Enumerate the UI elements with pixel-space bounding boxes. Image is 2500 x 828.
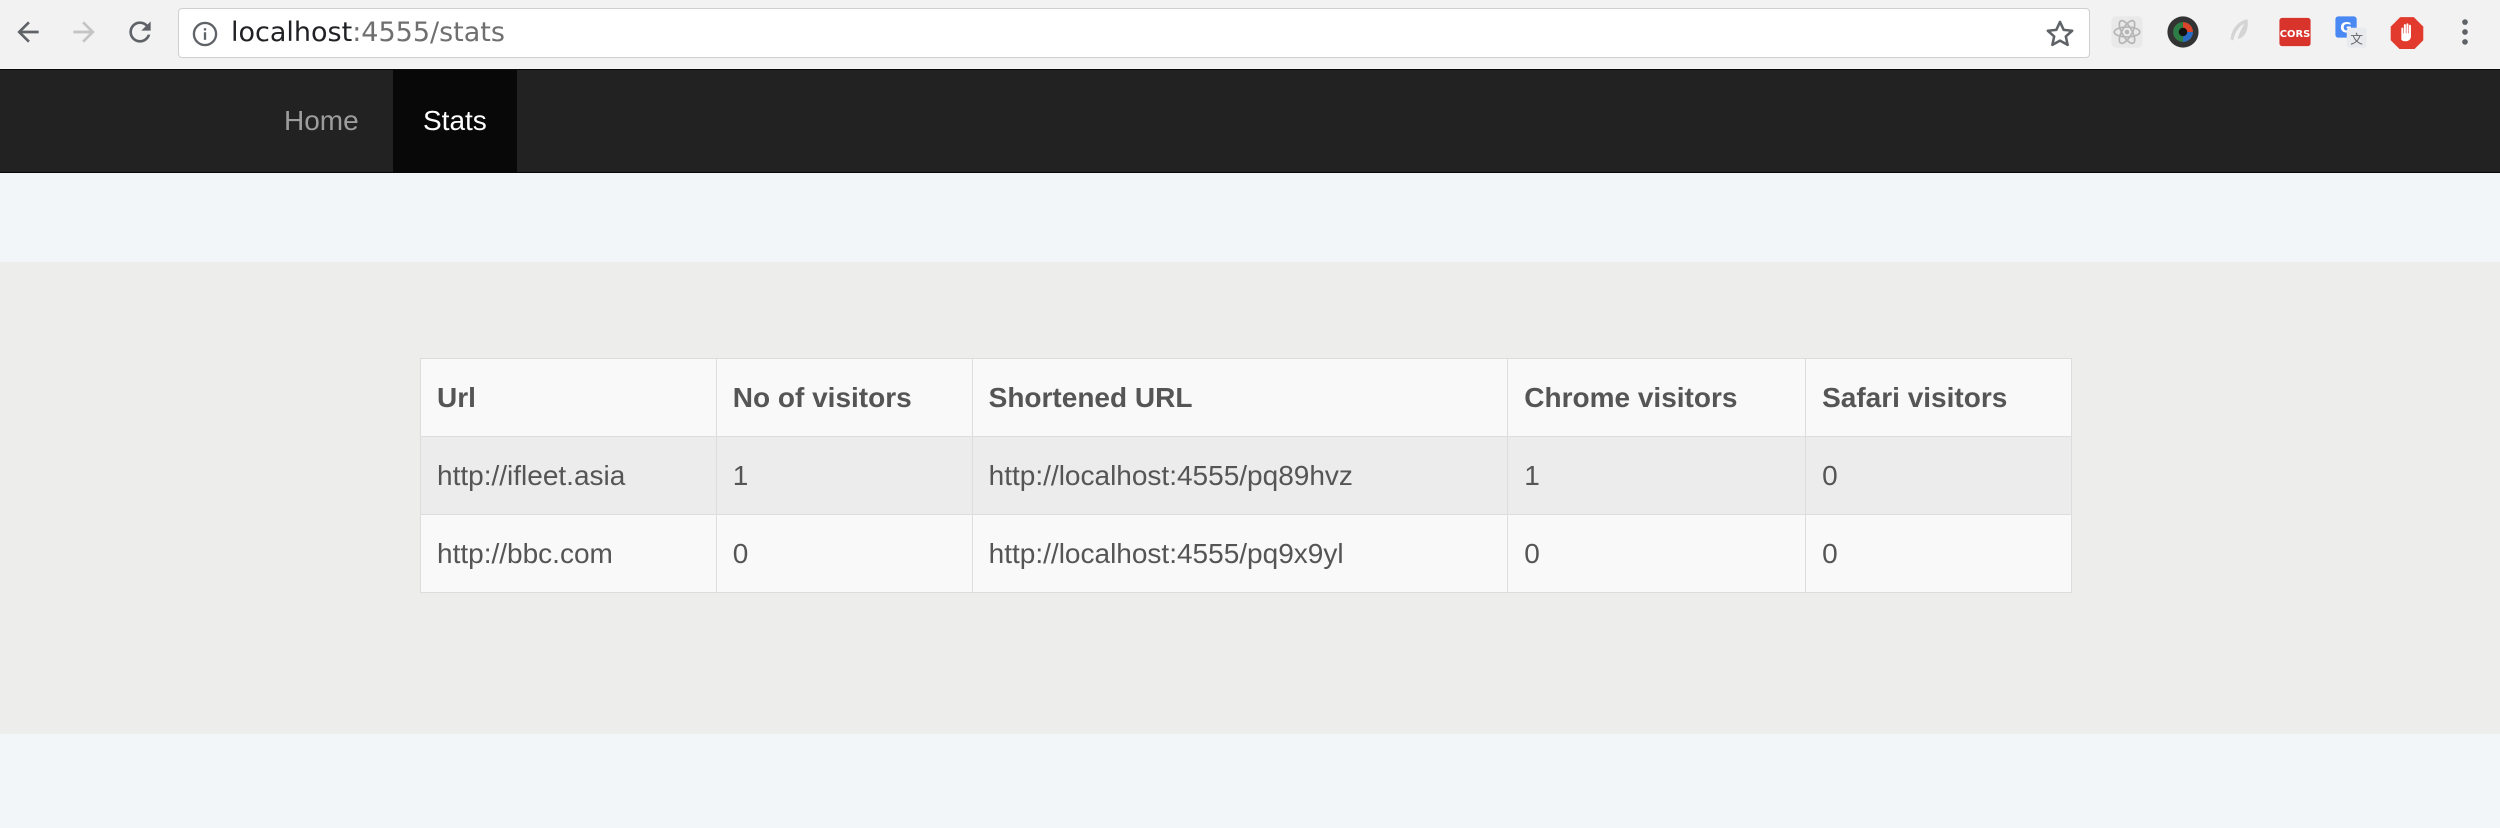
- forward-arrow-icon: [73, 21, 95, 43]
- url-text[interactable]: localhost:4555/stats: [231, 9, 505, 57]
- browser-menu-button[interactable]: [2448, 15, 2482, 49]
- color-picker-extension[interactable]: [2166, 15, 2200, 49]
- react-devtools-extension[interactable]: [2110, 15, 2144, 49]
- cell-url: http://bbc.com: [420, 514, 717, 593]
- back-button[interactable]: [8, 12, 48, 52]
- header-no-of-visitors: No of visitors: [715, 358, 973, 437]
- table-row: http://bbc.com 0 http://localhost:4555/p…: [420, 514, 2072, 593]
- forward-button[interactable]: [64, 12, 104, 52]
- cell-shortened-url: http://localhost:4555/pq9x9yl: [971, 514, 1509, 593]
- site-navbar: Home Stats: [0, 69, 2500, 173]
- cell-no-of-visitors: 1: [715, 436, 973, 515]
- url-path: :4555/stats: [352, 17, 505, 48]
- cell-no-of-visitors: 0: [715, 514, 973, 593]
- cell-url: http://ifleet.asia: [420, 436, 717, 515]
- adblock-icon: [2390, 17, 2424, 49]
- browser-toolbar: localhost:4555/stats CORS G 文: [0, 0, 2500, 68]
- back-arrow-icon: [17, 21, 39, 43]
- svg-text:文: 文: [2350, 32, 2363, 47]
- feather-icon: [2230, 19, 2248, 41]
- reload-button[interactable]: [120, 12, 160, 52]
- bookmark-star-icon[interactable]: [2043, 17, 2077, 51]
- cell-safari-visitors: 0: [1805, 436, 2072, 515]
- color-picker-icon: [2167, 16, 2199, 48]
- react-devtools-icon: [2111, 16, 2143, 48]
- info-icon[interactable]: [191, 20, 219, 48]
- cell-safari-visitors: 0: [1805, 514, 2072, 593]
- url-host: localhost: [231, 17, 353, 48]
- cors-extension[interactable]: CORS: [2278, 15, 2312, 49]
- feather-extension[interactable]: [2222, 15, 2256, 49]
- nav-item-stats[interactable]: Stats: [393, 70, 517, 172]
- address-bar[interactable]: localhost:4555/stats: [178, 8, 2090, 58]
- table-header-row: Url No of visitors Shortened URL Chrome …: [420, 358, 2072, 437]
- cell-chrome-visitors: 0: [1507, 514, 1807, 593]
- cors-icon: CORS: [2279, 17, 2311, 47]
- cell-shortened-url: http://localhost:4555/pq89hvz: [971, 436, 1509, 515]
- header-safari-visitors: Safari visitors: [1805, 358, 2072, 437]
- google-translate-icon: G 文: [2335, 16, 2367, 48]
- table-row: http://ifleet.asia 1 http://localhost:45…: [420, 436, 2072, 515]
- google-translate-extension[interactable]: G 文: [2334, 15, 2368, 49]
- reload-icon: [129, 21, 151, 43]
- adblock-extension[interactable]: [2390, 15, 2424, 49]
- nav-item-home[interactable]: Home: [254, 70, 389, 172]
- header-chrome-visitors: Chrome visitors: [1507, 358, 1807, 437]
- header-shortened-url: Shortened URL: [971, 358, 1509, 437]
- stats-table: Url No of visitors Shortened URL Chrome …: [420, 358, 2072, 593]
- header-url: Url: [420, 358, 717, 437]
- svg-text:CORS: CORS: [2280, 29, 2310, 40]
- kebab-menu-icon: [2462, 19, 2468, 45]
- cell-chrome-visitors: 1: [1507, 436, 1807, 515]
